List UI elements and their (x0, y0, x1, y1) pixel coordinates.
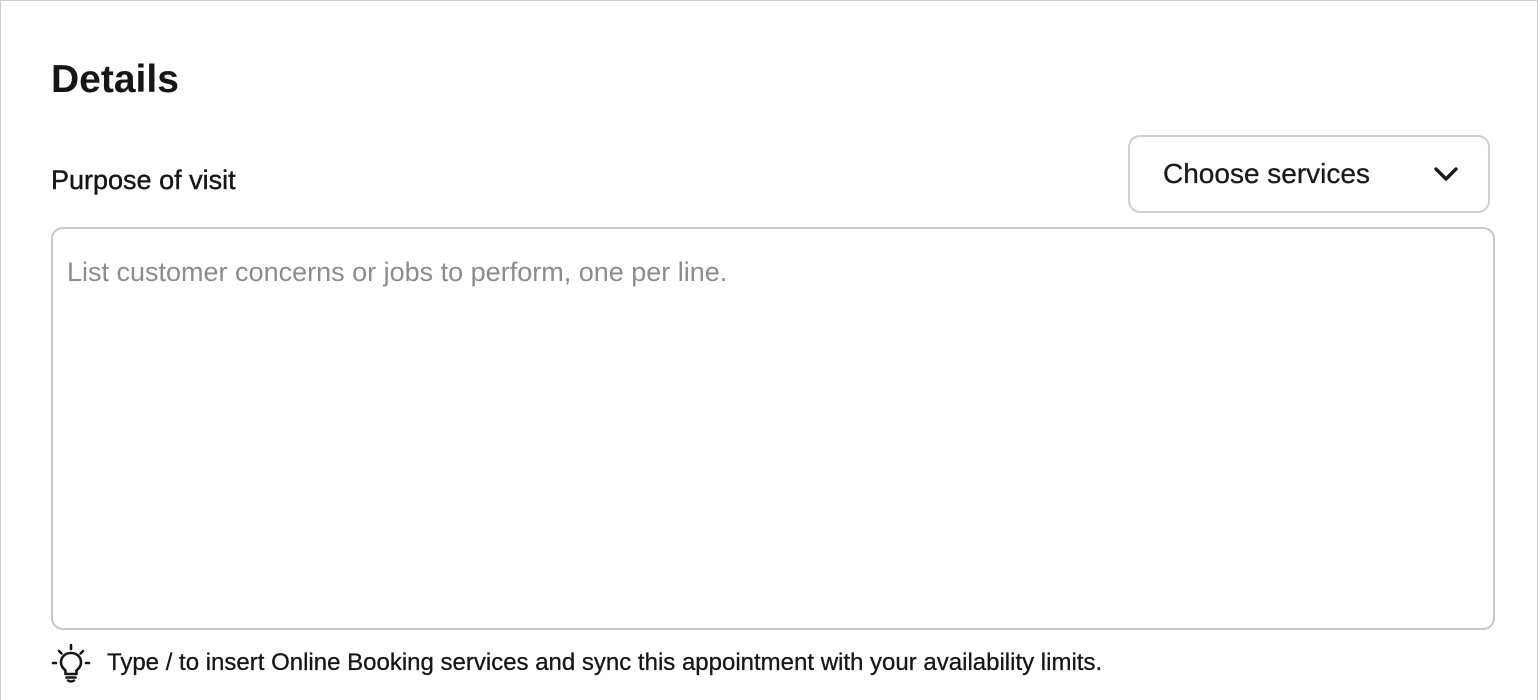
lightbulb-icon (51, 643, 91, 683)
hint-row: Type / to insert Online Booking services… (51, 643, 1102, 683)
details-panel: Details Purpose of visit Choose services… (0, 0, 1538, 700)
purpose-of-visit-label: Purpose of visit (51, 165, 236, 195)
choose-services-label: Choose services (1163, 158, 1370, 189)
chevron-down-icon (1432, 160, 1460, 188)
hint-text: Type / to insert Online Booking services… (107, 649, 1103, 676)
section-title: Details (51, 58, 179, 101)
choose-services-dropdown[interactable]: Choose services (1128, 135, 1490, 213)
purpose-of-visit-textarea[interactable] (51, 227, 1495, 630)
